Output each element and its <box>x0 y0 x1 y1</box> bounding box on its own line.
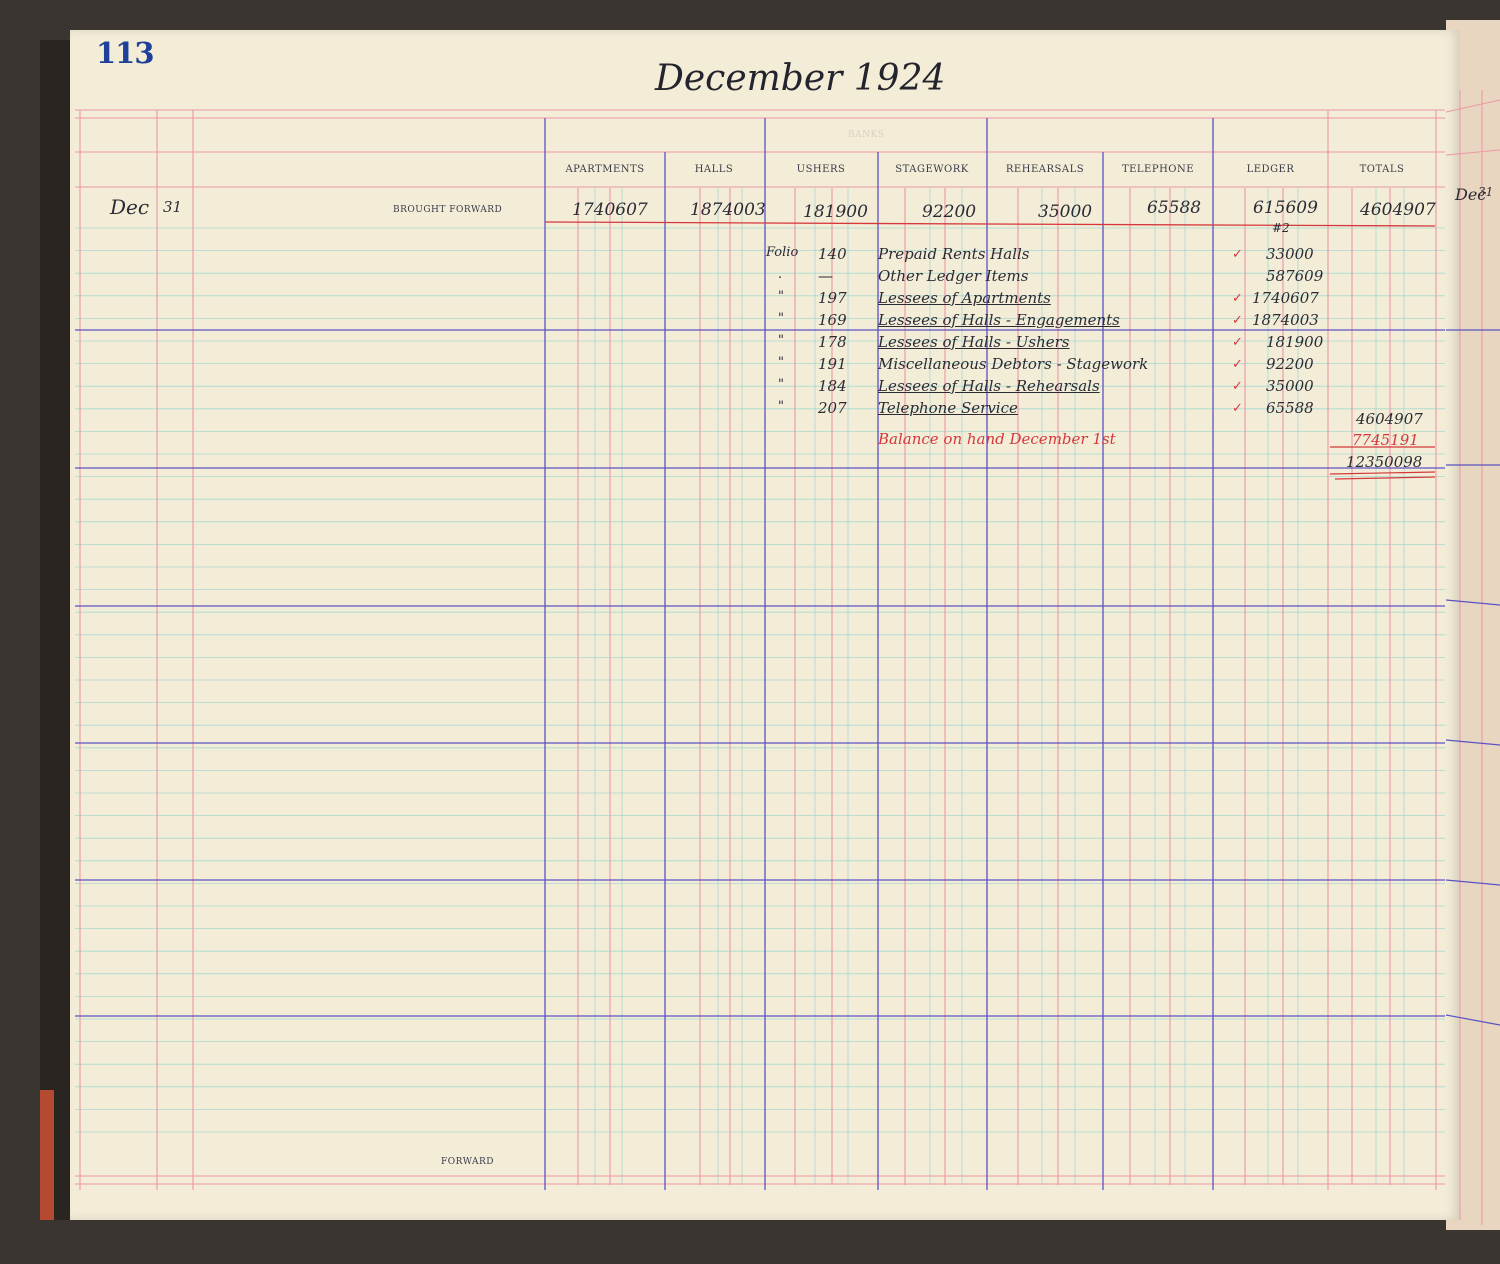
bf-ushers: 181900 <box>803 202 868 222</box>
entry-ledger-amount: 1874003 <box>1252 311 1319 329</box>
column-header-totals: TOTALS <box>1359 164 1405 175</box>
entry-description: Lessees of Halls - Engagements <box>878 311 1120 329</box>
entry-mark: " <box>778 355 784 370</box>
brought-forward-label: Brought Forward <box>393 205 503 215</box>
balance-value: 7745191 <box>1352 431 1419 449</box>
check-mark-icon: ✓ <box>1232 247 1243 262</box>
bf-stagework: 92200 <box>922 202 977 222</box>
check-mark-icon: ✓ <box>1232 313 1243 328</box>
entry-mark: " <box>778 289 784 304</box>
entry-mark: " <box>778 399 784 414</box>
column-header-rehearsals: REHEARSALS <box>1005 164 1085 175</box>
column-header-halls: HALLS <box>694 164 734 175</box>
entry-description: Other Ledger Items <box>878 267 1029 285</box>
column-header-ledger: LEDGER <box>1246 164 1295 175</box>
balance-label: Balance on hand December 1st <box>878 430 1116 448</box>
ledger-grid <box>75 90 1500 1225</box>
entry-mark: " <box>778 333 784 348</box>
entry-description: Lessees of Halls - Rehearsals <box>878 377 1100 395</box>
bf-apartments: 1740607 <box>572 200 648 220</box>
entry-folio: — <box>818 267 833 285</box>
entry-description: Miscellaneous Debtors - Stagework <box>878 355 1149 373</box>
entry-folio: 191 <box>818 355 847 373</box>
date-month: Dec <box>110 195 150 219</box>
grand-total: 12350098 <box>1346 453 1423 471</box>
check-mark-icon: ✓ <box>1232 379 1243 394</box>
entry-ledger-amount: 587609 <box>1266 267 1324 285</box>
entry-description: Telephone Service <box>878 399 1018 417</box>
entry-folio: 207 <box>818 399 847 417</box>
column-header-apartments: APARTMENTS <box>565 164 645 175</box>
entry-folio: 140 <box>818 245 847 263</box>
next-page-day: 31 <box>1478 185 1494 199</box>
entry-ledger-amount: 92200 <box>1266 355 1314 373</box>
entry-folio: 197 <box>818 289 847 307</box>
column-header-stagework: STAGEWORK <box>895 164 969 175</box>
entry-ledger-amount: 35000 <box>1266 377 1314 395</box>
entry-mark: Folio <box>766 245 799 260</box>
entry-folio: 178 <box>818 333 847 351</box>
bf-ledger: 615609 <box>1253 198 1318 218</box>
page-number: 113 <box>96 36 155 70</box>
page-title: December 1924 <box>655 58 946 99</box>
check-mark-icon: ✓ <box>1232 357 1243 372</box>
entry-description: Lessees of Apartments <box>878 289 1051 307</box>
column-header-telephone: TELEPHONE <box>1121 164 1195 175</box>
bf-totals: 4604907 <box>1360 200 1436 220</box>
entry-mark: . <box>778 267 783 282</box>
date-day: 31 <box>163 198 183 216</box>
entry-folio: 184 <box>818 377 847 395</box>
column-header-ushers: USHERS <box>796 164 846 175</box>
entry-mark: " <box>778 311 784 326</box>
forward-label: Forward <box>441 1157 494 1167</box>
line-total: 4604907 <box>1356 410 1423 428</box>
check-mark-icon: ✓ <box>1232 291 1243 306</box>
entry-ledger-amount: 1740607 <box>1252 289 1319 307</box>
ledger-note: #2 <box>1272 221 1290 235</box>
entry-description: Lessees of Halls - Ushers <box>878 333 1070 351</box>
check-mark-icon: ✓ <box>1232 335 1243 350</box>
entry-ledger-amount: 33000 <box>1266 245 1314 263</box>
bf-telephone: 65588 <box>1147 198 1202 218</box>
entry-mark: " <box>778 377 784 392</box>
bf-rehearsals: 35000 <box>1038 202 1093 222</box>
check-mark-icon: ✓ <box>1232 401 1243 416</box>
entry-description: Prepaid Rents Halls <box>878 245 1030 263</box>
entry-folio: 169 <box>818 311 847 329</box>
bf-halls: 1874003 <box>690 200 766 220</box>
faded-header: BANKS <box>848 130 885 140</box>
entry-ledger-amount: 65588 <box>1266 399 1314 417</box>
entry-ledger-amount: 181900 <box>1266 333 1324 351</box>
